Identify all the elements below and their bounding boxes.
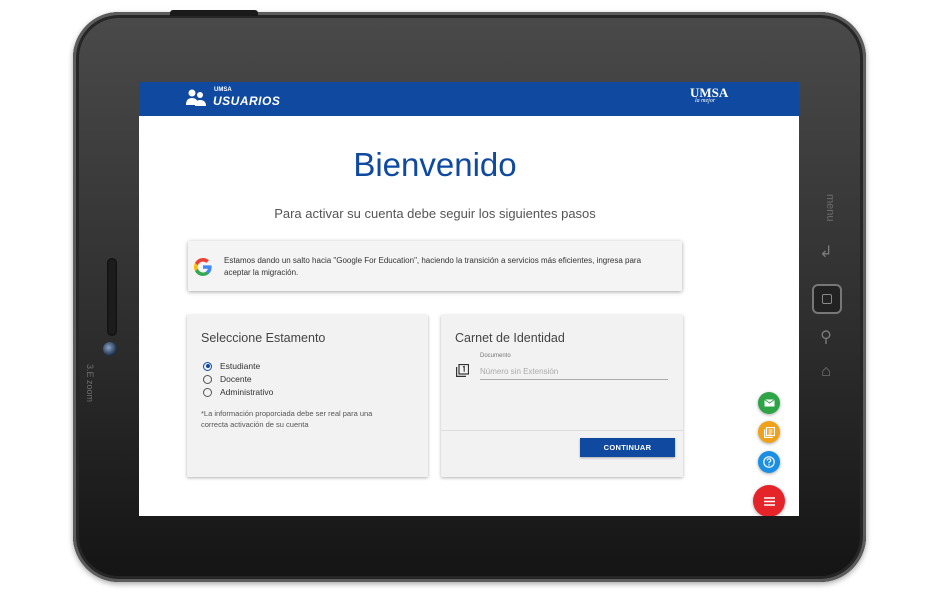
app-screen: UMSA USUARIOS UMSA la mejor Bienvenido P… <box>139 82 799 516</box>
card-divider <box>441 430 683 431</box>
device-brand-label: 3.E zoom <box>85 364 95 403</box>
carnet-title: Carnet de Identidad <box>455 331 565 345</box>
mail-icon <box>763 399 775 407</box>
page-title: Bienvenido <box>353 146 517 183</box>
radio-estudiante[interactable]: Estudiante <box>203 360 260 372</box>
hamburger-menu-icon <box>763 496 775 506</box>
documento-input[interactable] <box>480 363 668 380</box>
users-icon <box>186 89 206 106</box>
search-hardware-icon: ⚲ <box>820 329 832 346</box>
help-fab-button[interactable] <box>758 451 780 473</box>
id-document-icon <box>456 364 469 377</box>
notice-text: Estamos dando un salto hacia "Google For… <box>224 256 642 277</box>
logo-small-text: UMSA <box>214 87 232 93</box>
documento-label: Documento <box>480 353 511 359</box>
app-logo-text: USUARIOS <box>213 94 281 108</box>
radio-label: Docente <box>220 374 252 384</box>
menu-fab-button[interactable] <box>753 485 785 516</box>
radio-button-selected[interactable] <box>203 361 212 371</box>
estamento-title: Seleccione Estamento <box>201 331 326 345</box>
camera-lens <box>103 342 117 356</box>
device-menu-label: menu <box>824 194 836 222</box>
book-icon <box>763 426 775 438</box>
speaker-grill <box>107 258 117 336</box>
continue-button[interactable]: CONTINUAR <box>580 438 675 457</box>
estamento-note: *La información proporciada debe ser rea… <box>201 409 373 429</box>
radio-docente[interactable]: Docente <box>203 373 252 385</box>
google-migration-notice[interactable]: Estamos dando un salto hacia "Google For… <box>188 241 682 291</box>
home-hardware-button <box>812 284 842 314</box>
estamento-card: Seleccione Estamento Estudiante Docente … <box>187 315 428 477</box>
power-button <box>170 10 258 16</box>
radio-label: Administrativo <box>220 387 274 397</box>
page-subtitle: Para activar su cuenta debe seguir los s… <box>274 206 596 221</box>
radio-administrativo[interactable]: Administrativo <box>203 386 273 398</box>
app-header: UMSA USUARIOS UMSA la mejor <box>139 82 799 116</box>
carnet-card: Carnet de Identidad Documento CONTINUAR <box>441 315 683 477</box>
radio-label: Estudiante <box>220 361 261 371</box>
back-hardware-icon: ↲ <box>819 244 833 261</box>
institution-tagline: la mejor <box>695 98 716 104</box>
google-g-icon <box>194 258 212 276</box>
house-hardware-icon: ⌂ <box>821 363 831 380</box>
radio-button[interactable] <box>203 374 212 384</box>
book-fab-button[interactable] <box>758 421 780 443</box>
radio-button[interactable] <box>203 387 212 397</box>
help-icon <box>763 456 775 468</box>
mail-fab-button[interactable] <box>758 392 780 414</box>
